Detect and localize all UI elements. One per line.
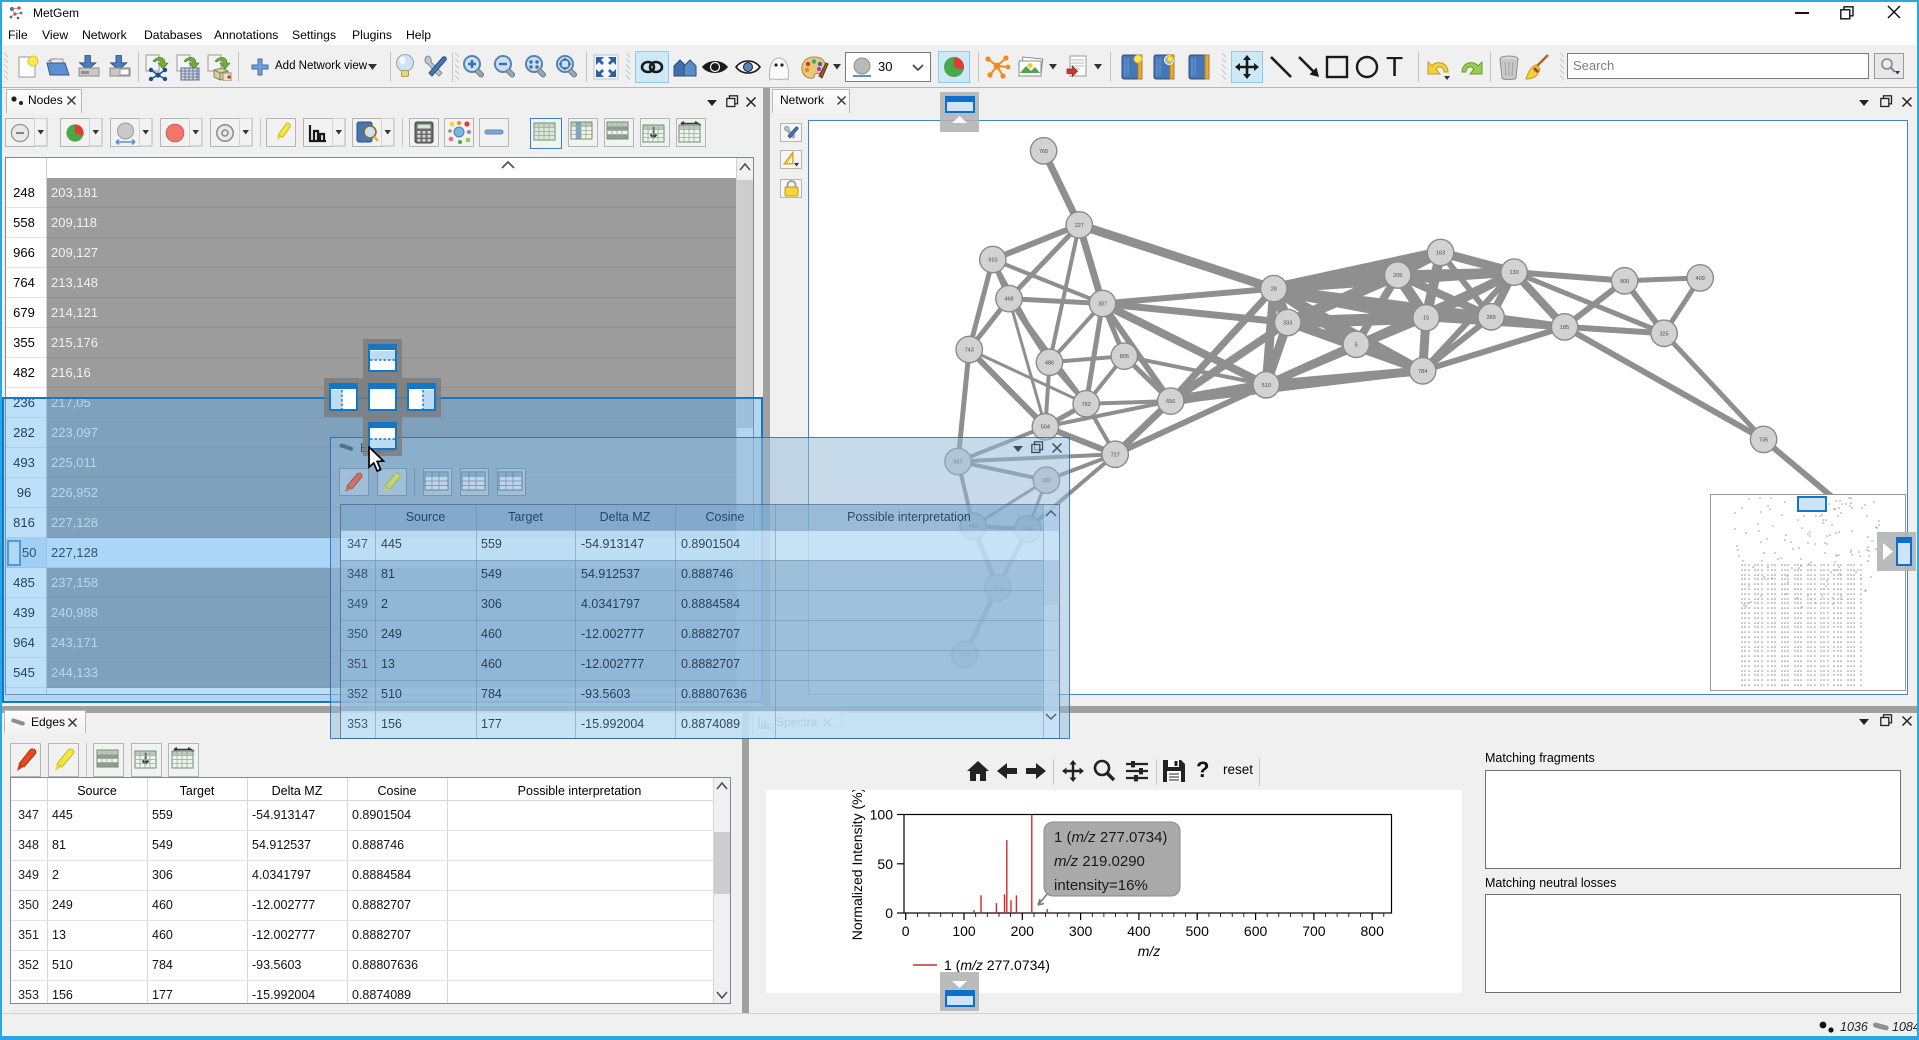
svg-text:Normalized Intensity (%): Normalized Intensity (%) (849, 790, 865, 940)
svg-text:468: 468 (1004, 297, 1013, 303)
svg-text:0: 0 (902, 923, 910, 939)
svg-text:130: 130 (1510, 270, 1519, 276)
svg-text:486: 486 (1045, 360, 1054, 366)
svg-text:289: 289 (1487, 315, 1496, 321)
svg-text:500: 500 (1186, 923, 1210, 939)
svg-text:163: 163 (1436, 251, 1445, 257)
svg-text:765: 765 (1039, 149, 1048, 155)
svg-text:m/z 219.0290: m/z 219.0290 (1054, 853, 1145, 870)
svg-text:727: 727 (1111, 452, 1120, 458)
svg-text:800: 800 (1361, 923, 1385, 939)
svg-text:m/z: m/z (1138, 943, 1161, 959)
svg-text:100: 100 (952, 923, 976, 939)
svg-text:333: 333 (1283, 321, 1292, 327)
svg-text:5: 5 (1355, 342, 1358, 348)
svg-text:200: 200 (1011, 923, 1035, 939)
svg-text:28: 28 (1271, 287, 1277, 293)
svg-text:50: 50 (877, 856, 893, 872)
svg-text:762: 762 (1082, 402, 1091, 408)
svg-text:0: 0 (885, 905, 893, 921)
svg-text:227: 227 (1075, 223, 1084, 229)
svg-text:325: 325 (1660, 331, 1669, 337)
svg-text:300: 300 (1069, 923, 1093, 939)
svg-text:910: 910 (988, 258, 997, 264)
svg-text:409: 409 (1696, 276, 1705, 282)
svg-text:510: 510 (1262, 383, 1271, 389)
svg-text:600: 600 (1244, 923, 1268, 939)
svg-text:1 (m/z 277.0734): 1 (m/z 277.0734) (944, 957, 1050, 973)
svg-text:805: 805 (1120, 354, 1129, 360)
svg-text:504: 504 (1041, 425, 1050, 431)
svg-text:400: 400 (1127, 923, 1151, 939)
svg-text:656: 656 (1166, 399, 1175, 405)
svg-text:intensity=16%: intensity=16% (1054, 877, 1148, 894)
svg-text:15: 15 (1423, 316, 1429, 322)
svg-text:784: 784 (1418, 369, 1427, 375)
svg-text:205: 205 (1393, 273, 1402, 279)
svg-text:735: 735 (1759, 437, 1768, 443)
svg-text:900: 900 (1620, 279, 1629, 285)
svg-text:1 (m/z 277.0734): 1 (m/z 277.0734) (1054, 829, 1167, 846)
svg-text:307: 307 (1098, 302, 1107, 308)
svg-text:185: 185 (1560, 325, 1569, 331)
svg-text:100: 100 (870, 807, 894, 823)
svg-text:743: 743 (965, 348, 974, 354)
svg-text:700: 700 (1302, 923, 1326, 939)
